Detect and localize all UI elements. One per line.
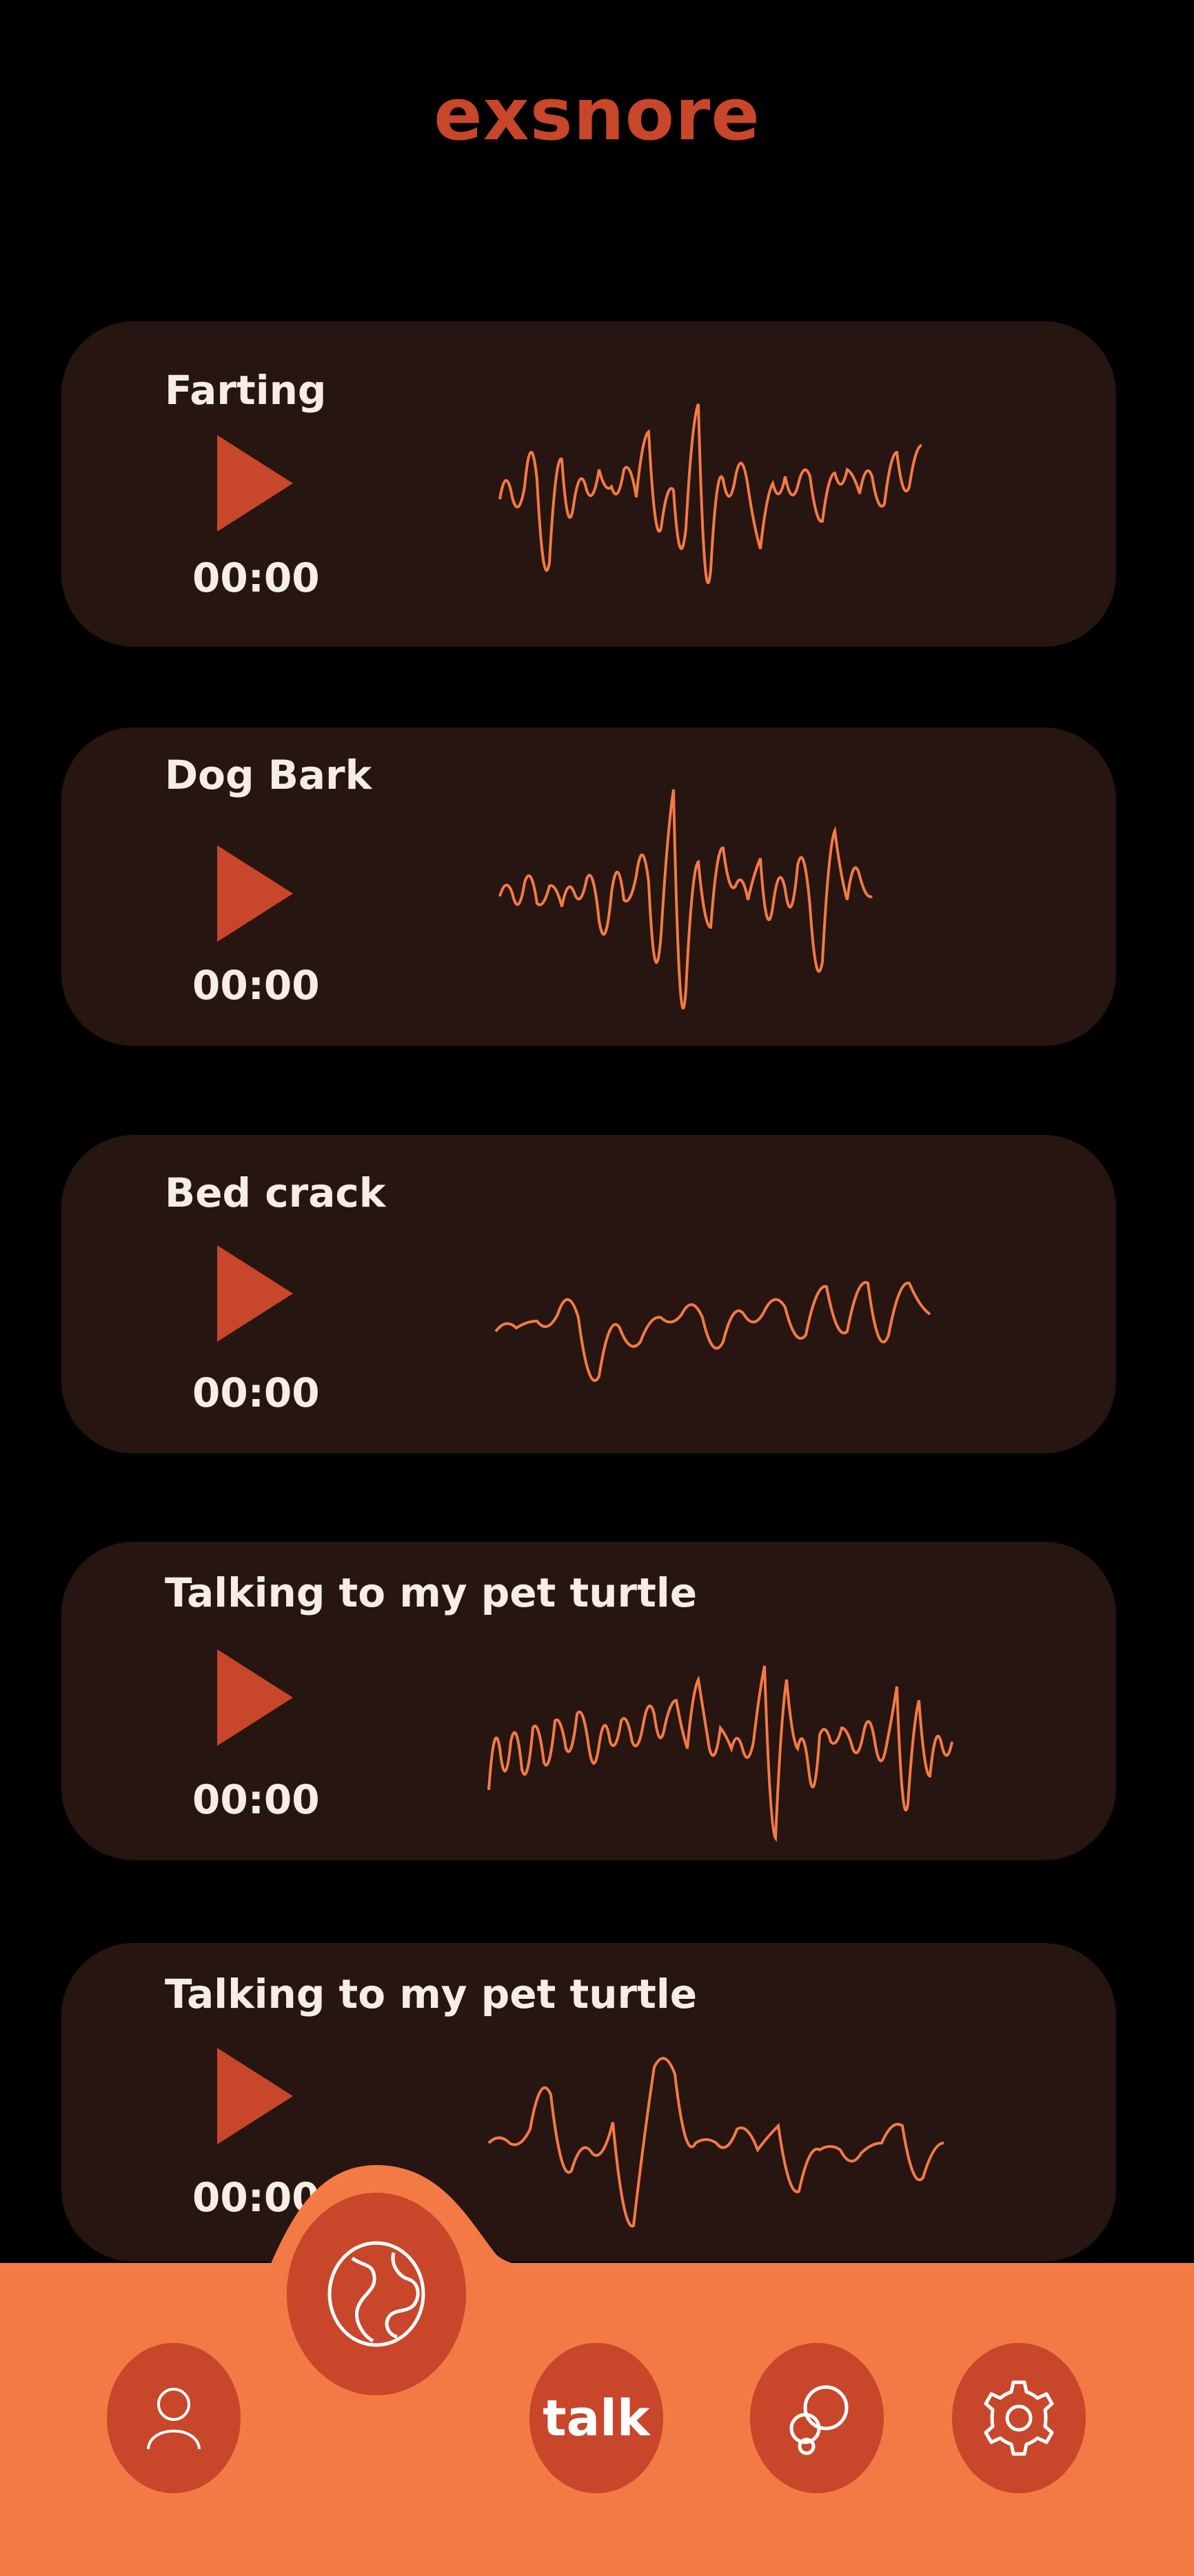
play-icon[interactable]	[217, 1245, 293, 1342]
recording-title: Talking to my pet turtle	[165, 1569, 698, 1616]
play-icon[interactable]	[217, 2048, 293, 2144]
recording-title: Farting	[165, 367, 327, 414]
globe-icon	[327, 2241, 425, 2347]
recording-card[interactable]: Bed crack 00:00	[61, 1135, 1116, 1453]
recording-card[interactable]: Farting 00:00	[61, 321, 1116, 647]
nav-bump	[269, 2165, 565, 2268]
play-icon[interactable]	[217, 1649, 293, 1746]
recording-title: Dog Bark	[165, 752, 372, 798]
talk-button[interactable]: talk	[529, 2343, 663, 2493]
bubbles-icon	[789, 2385, 849, 2455]
person-icon	[147, 2388, 201, 2450]
recording-time: 00:00	[192, 1776, 320, 1823]
recording-title: Bed crack	[165, 1169, 386, 1216]
profile-button[interactable]	[107, 2343, 241, 2493]
chat-button[interactable]	[750, 2343, 884, 2493]
recording-time: 00:00	[192, 962, 320, 1009]
gear-icon	[984, 2380, 1054, 2456]
globe-button[interactable]	[287, 2193, 466, 2395]
recording-title: Talking to my pet turtle	[165, 1971, 698, 2017]
play-icon[interactable]	[217, 435, 293, 532]
app-title: exsnore	[434, 72, 760, 157]
recording-time: 00:00	[192, 1369, 320, 1416]
settings-button[interactable]	[952, 2343, 1086, 2493]
recording-time: 00:00	[192, 554, 320, 601]
recording-card[interactable]: Dog Bark 00:00	[61, 727, 1116, 1046]
talk-label: talk	[543, 2389, 650, 2447]
play-icon[interactable]	[217, 845, 293, 942]
recording-card[interactable]: Talking to my pet turtle 00:00	[61, 1542, 1116, 1860]
